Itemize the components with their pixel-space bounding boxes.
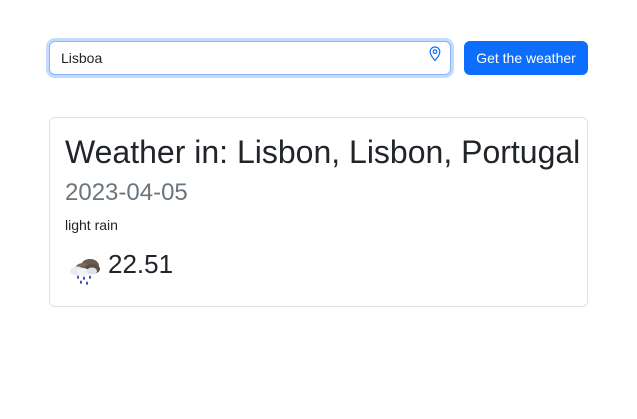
- weather-location-title: Weather in: Lisbon, Lisbon, Portugal: [65, 134, 581, 170]
- temperature-value: 22.51: [108, 249, 174, 279]
- weather-date: 2023-04-05: [65, 179, 188, 206]
- get-weather-button[interactable]: Get the weather: [464, 41, 588, 75]
- search-field[interactable]: [49, 41, 451, 75]
- weather-app: Get the weather Weather in: Lisbon, Lisb…: [0, 0, 637, 419]
- search-bar: Get the weather: [49, 41, 588, 75]
- weather-description: light rain: [65, 217, 118, 233]
- location-pin-icon[interactable]: [429, 46, 441, 62]
- light-rain-cloud-icon: [70, 259, 100, 285]
- city-search-input[interactable]: [50, 42, 450, 74]
- weather-card: Weather in: Lisbon, Lisbon, Portugal 202…: [49, 117, 588, 307]
